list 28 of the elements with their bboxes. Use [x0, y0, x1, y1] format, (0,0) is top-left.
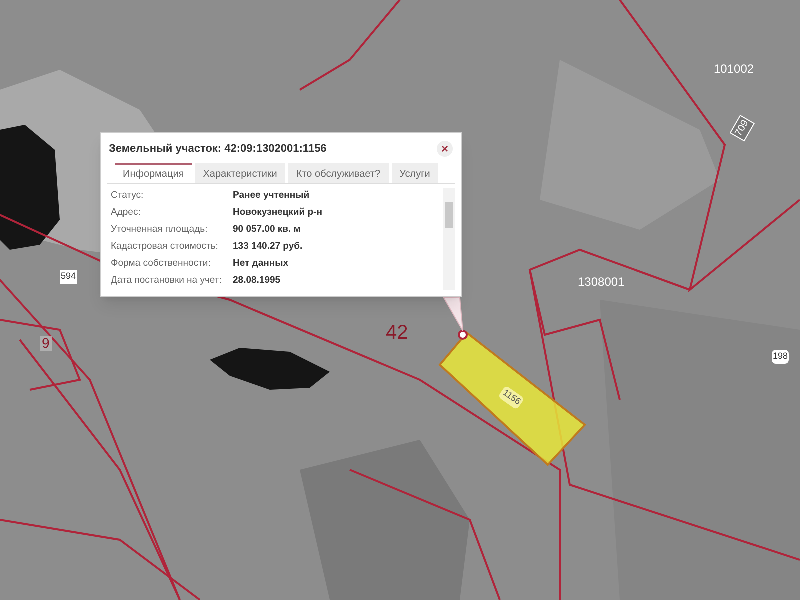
- field-label: Дата постановки на учет:: [111, 274, 223, 288]
- map-label: 198: [772, 350, 790, 364]
- field-value: 28.08.1995: [233, 274, 281, 288]
- field-label: Уточненная площадь:: [111, 223, 209, 238]
- popup-title: Земельный участок: 42:09:1302001:1156: [109, 142, 327, 157]
- field-value: Нет данных: [233, 257, 288, 272]
- field-label: Кадастровая стоимость:: [111, 240, 220, 254]
- popup-pointer: [443, 298, 464, 332]
- tab[interactable]: Услуги: [392, 163, 438, 183]
- region-number: 42: [386, 321, 408, 346]
- scrollbar[interactable]: [443, 188, 455, 290]
- close-button[interactable]: ×: [437, 141, 453, 157]
- tab[interactable]: Кто обслуживает?: [288, 163, 389, 183]
- field-value: Новокузнецкий р-н: [233, 206, 322, 220]
- map-label: 594: [60, 270, 78, 284]
- field-value: Ранее учтенный: [233, 189, 310, 204]
- location-marker-icon: [458, 330, 468, 340]
- selected-parcel[interactable]: [438, 332, 586, 466]
- field-label: Статус:: [111, 189, 145, 204]
- field-label: Адрес:: [111, 206, 142, 220]
- field-value: 90 057.00 кв. м: [233, 223, 301, 238]
- map-label: 709: [730, 115, 755, 142]
- field-label: Форма собственности:: [111, 257, 212, 272]
- map-label: 9: [40, 336, 52, 351]
- map-label: 101002: [714, 61, 754, 78]
- map-label: 1308001: [578, 274, 625, 291]
- tab[interactable]: Характеристики: [195, 163, 286, 183]
- field-value: 133 140.27 руб.: [233, 240, 303, 254]
